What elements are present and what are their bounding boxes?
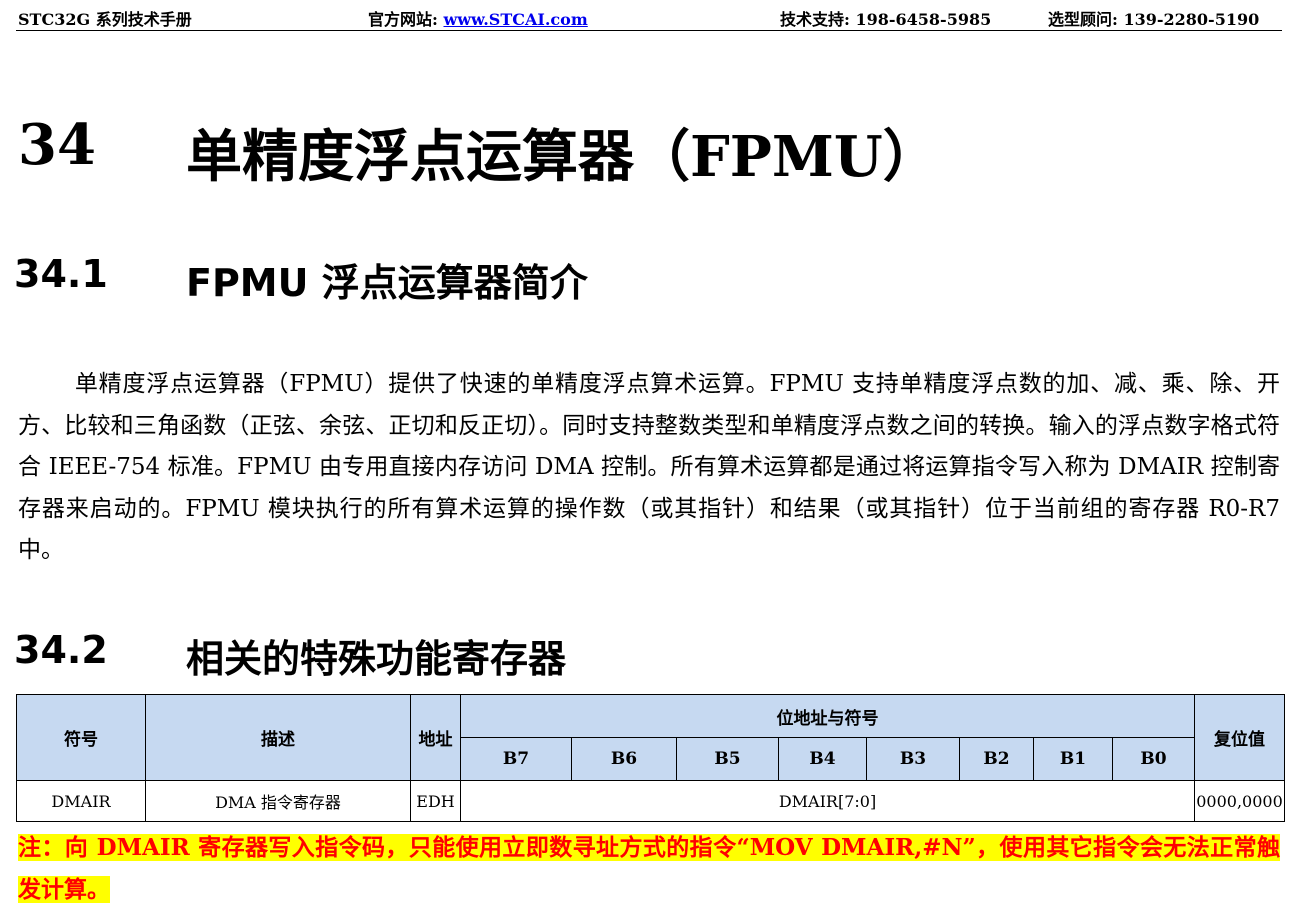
cell-bits: DMAIR[7:0] [460,780,1195,822]
col-b6: B6 [571,737,677,781]
cell-reset: 0000,0000 [1194,780,1285,822]
page-header: STC32G 系列技术手册 官方网站: www.STCAI.com 技术支持: … [16,2,1282,31]
cell-description: DMA 指令寄存器 [145,780,411,822]
consult-phone: 选型顾问: 139-2280-5190 [1048,10,1260,29]
section2-title: 相关的特殊功能寄存器 [186,637,567,681]
intro-paragraph: 单精度浮点运算器（FPMU）提供了快速的单精度浮点算术运算。FPMU 支持单精度… [18,364,1280,572]
website-info: 官方网站: www.STCAI.com [368,6,588,30]
support-phone: 技术支持: 198-6458-5985 [780,10,992,29]
col-b7: B7 [460,737,572,781]
chapter-number: 34 [18,112,96,178]
sfr-table: 符号 描述 地址 位地址与符号 复位值 B7 B6 B5 B4 B3 B2 B1… [16,694,1285,822]
col-b2: B2 [959,737,1034,781]
col-b4: B4 [778,737,867,781]
website-label: 官方网站: [368,10,444,29]
col-b1: B1 [1033,737,1113,781]
manual-title: STC32G 系列技术手册 [18,10,192,29]
col-reset: 复位值 [1194,694,1285,781]
col-symbol: 符号 [16,694,146,781]
intro-paragraph-text: 单精度浮点运算器（FPMU）提供了快速的单精度浮点算术运算。FPMU 支持单精度… [18,371,1280,563]
col-b3: B3 [866,737,960,781]
col-b5: B5 [676,737,779,781]
col-address: 地址 [410,694,461,781]
chapter-title: 单精度浮点运算器（FPMU） [186,124,939,190]
table-header-row: 符号 描述 地址 位地址与符号 复位值 [16,694,1285,781]
table-row: DMAIR DMA 指令寄存器 EDH DMAIR[7:0] 0000,0000 [16,780,1285,822]
col-b0: B0 [1112,737,1195,781]
section1-title: FPMU 浮点运算器简介 [186,261,588,305]
col-bits-title: 位地址与符号 [460,694,1195,738]
section2-number: 34.2 [14,628,108,672]
col-description: 描述 [145,694,411,781]
warning-note-text: 注：向 DMAIR 寄存器写入指令码，只能使用立即数寻址方式的指令“MOV DM… [18,834,1280,903]
website-link[interactable]: www.STCAI.com [443,10,587,29]
cell-symbol: DMAIR [16,780,146,822]
section1-number: 34.1 [14,252,108,296]
cell-address: EDH [410,780,461,822]
warning-note: 注：向 DMAIR 寄存器写入指令码，只能使用立即数寻址方式的指令“MOV DM… [18,827,1280,911]
